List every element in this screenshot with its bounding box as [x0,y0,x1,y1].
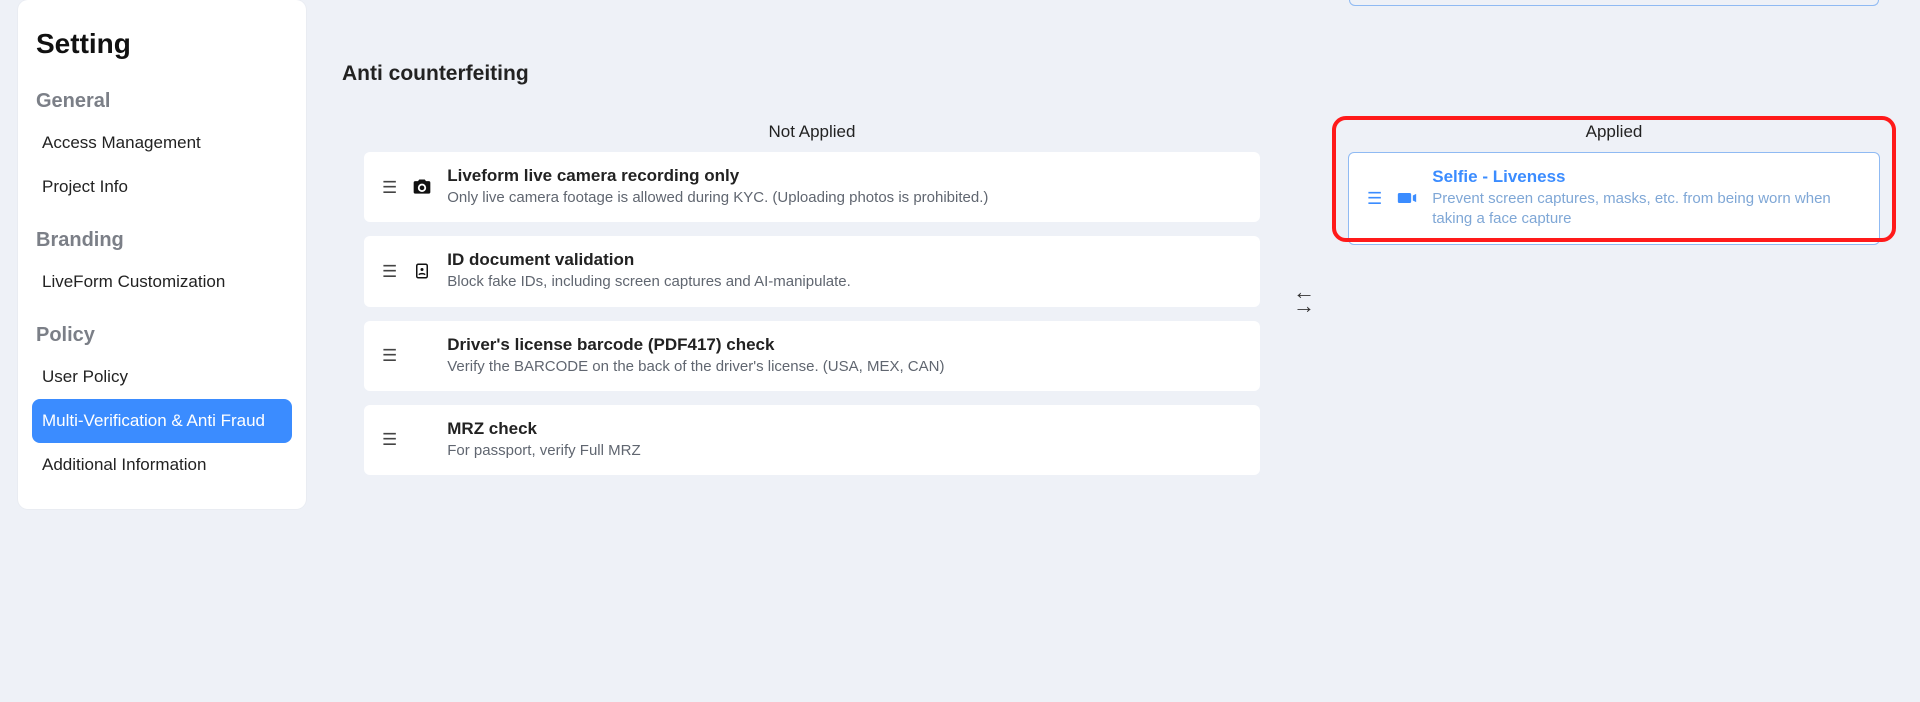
not-applied-column: Not Applied ☰ Liveform live camera recor… [342,100,1282,497]
card-barcode-check[interactable]: ☰ Driver's license barcode (PDF417) chec… [364,321,1260,391]
section-title-anti-counterfeiting: Anti counterfeiting [342,62,1902,86]
settings-sidebar: Setting General Access Management Projec… [18,0,306,509]
nav-additional-information[interactable]: Additional Information [32,443,292,487]
id-card-icon [411,260,433,282]
card-title: Selfie - Liveness [1432,167,1861,187]
card-mrz-check[interactable]: ☰ MRZ check For passport, verify Full MR… [364,405,1260,475]
nav-user-policy[interactable]: User Policy [32,355,292,399]
nav-multi-verification-anti-fraud[interactable]: Multi-Verification & Anti Fraud [32,399,292,443]
card-desc: Block fake IDs, including screen capture… [447,272,1242,292]
card-selfie-liveness[interactable]: ☰ Selfie - Liveness Prevent screen captu… [1348,152,1880,245]
card-title: Driver's license barcode (PDF417) check [447,335,1242,355]
not-applied-header: Not Applied [364,122,1260,142]
card-title: MRZ check [447,419,1242,439]
previous-section-tail [342,0,1902,38]
nav-liveform-customization[interactable]: LiveForm Customization [32,260,292,304]
group-label-policy: Policy [32,304,292,355]
card-desc: Only live camera footage is allowed duri… [447,188,1242,208]
card-title: ID document validation [447,250,1242,270]
group-label-general: General [32,70,292,121]
card-title: Liveform live camera recording only [447,166,1242,186]
swap-arrows-icon[interactable]: ←→ [1293,285,1315,311]
drag-handle-icon[interactable]: ☰ [382,347,397,364]
card-desc: Verify the BARCODE on the back of the dr… [447,357,1242,377]
swap-column: ←→ [1282,100,1326,497]
camera-icon [411,176,433,198]
card-desc: Prevent screen captures, masks, etc. fro… [1432,189,1861,230]
drag-handle-icon[interactable]: ☰ [382,179,397,196]
drag-handle-icon[interactable]: ☰ [382,431,397,448]
nav-project-info[interactable]: Project Info [32,165,292,209]
card-liveform-recording[interactable]: ☰ Liveform live camera recording only On… [364,152,1260,222]
video-icon [1396,187,1418,209]
drag-handle-icon[interactable]: ☰ [382,263,397,280]
card-desc: For passport, verify Full MRZ [447,441,1242,461]
group-label-branding: Branding [32,209,292,260]
drag-handle-icon[interactable]: ☰ [1367,190,1382,207]
applied-header: Applied [1348,122,1880,142]
card-id-document-validation[interactable]: ☰ ID document validation Block fake IDs,… [364,236,1260,306]
sidebar-title: Setting [32,22,292,70]
main-content: Anti counterfeiting Not Applied ☰ Livefo… [306,0,1902,684]
nav-access-management[interactable]: Access Management [32,121,292,165]
applied-column: Applied ☰ Selfie - Liveness Prevent scre… [1326,100,1902,497]
